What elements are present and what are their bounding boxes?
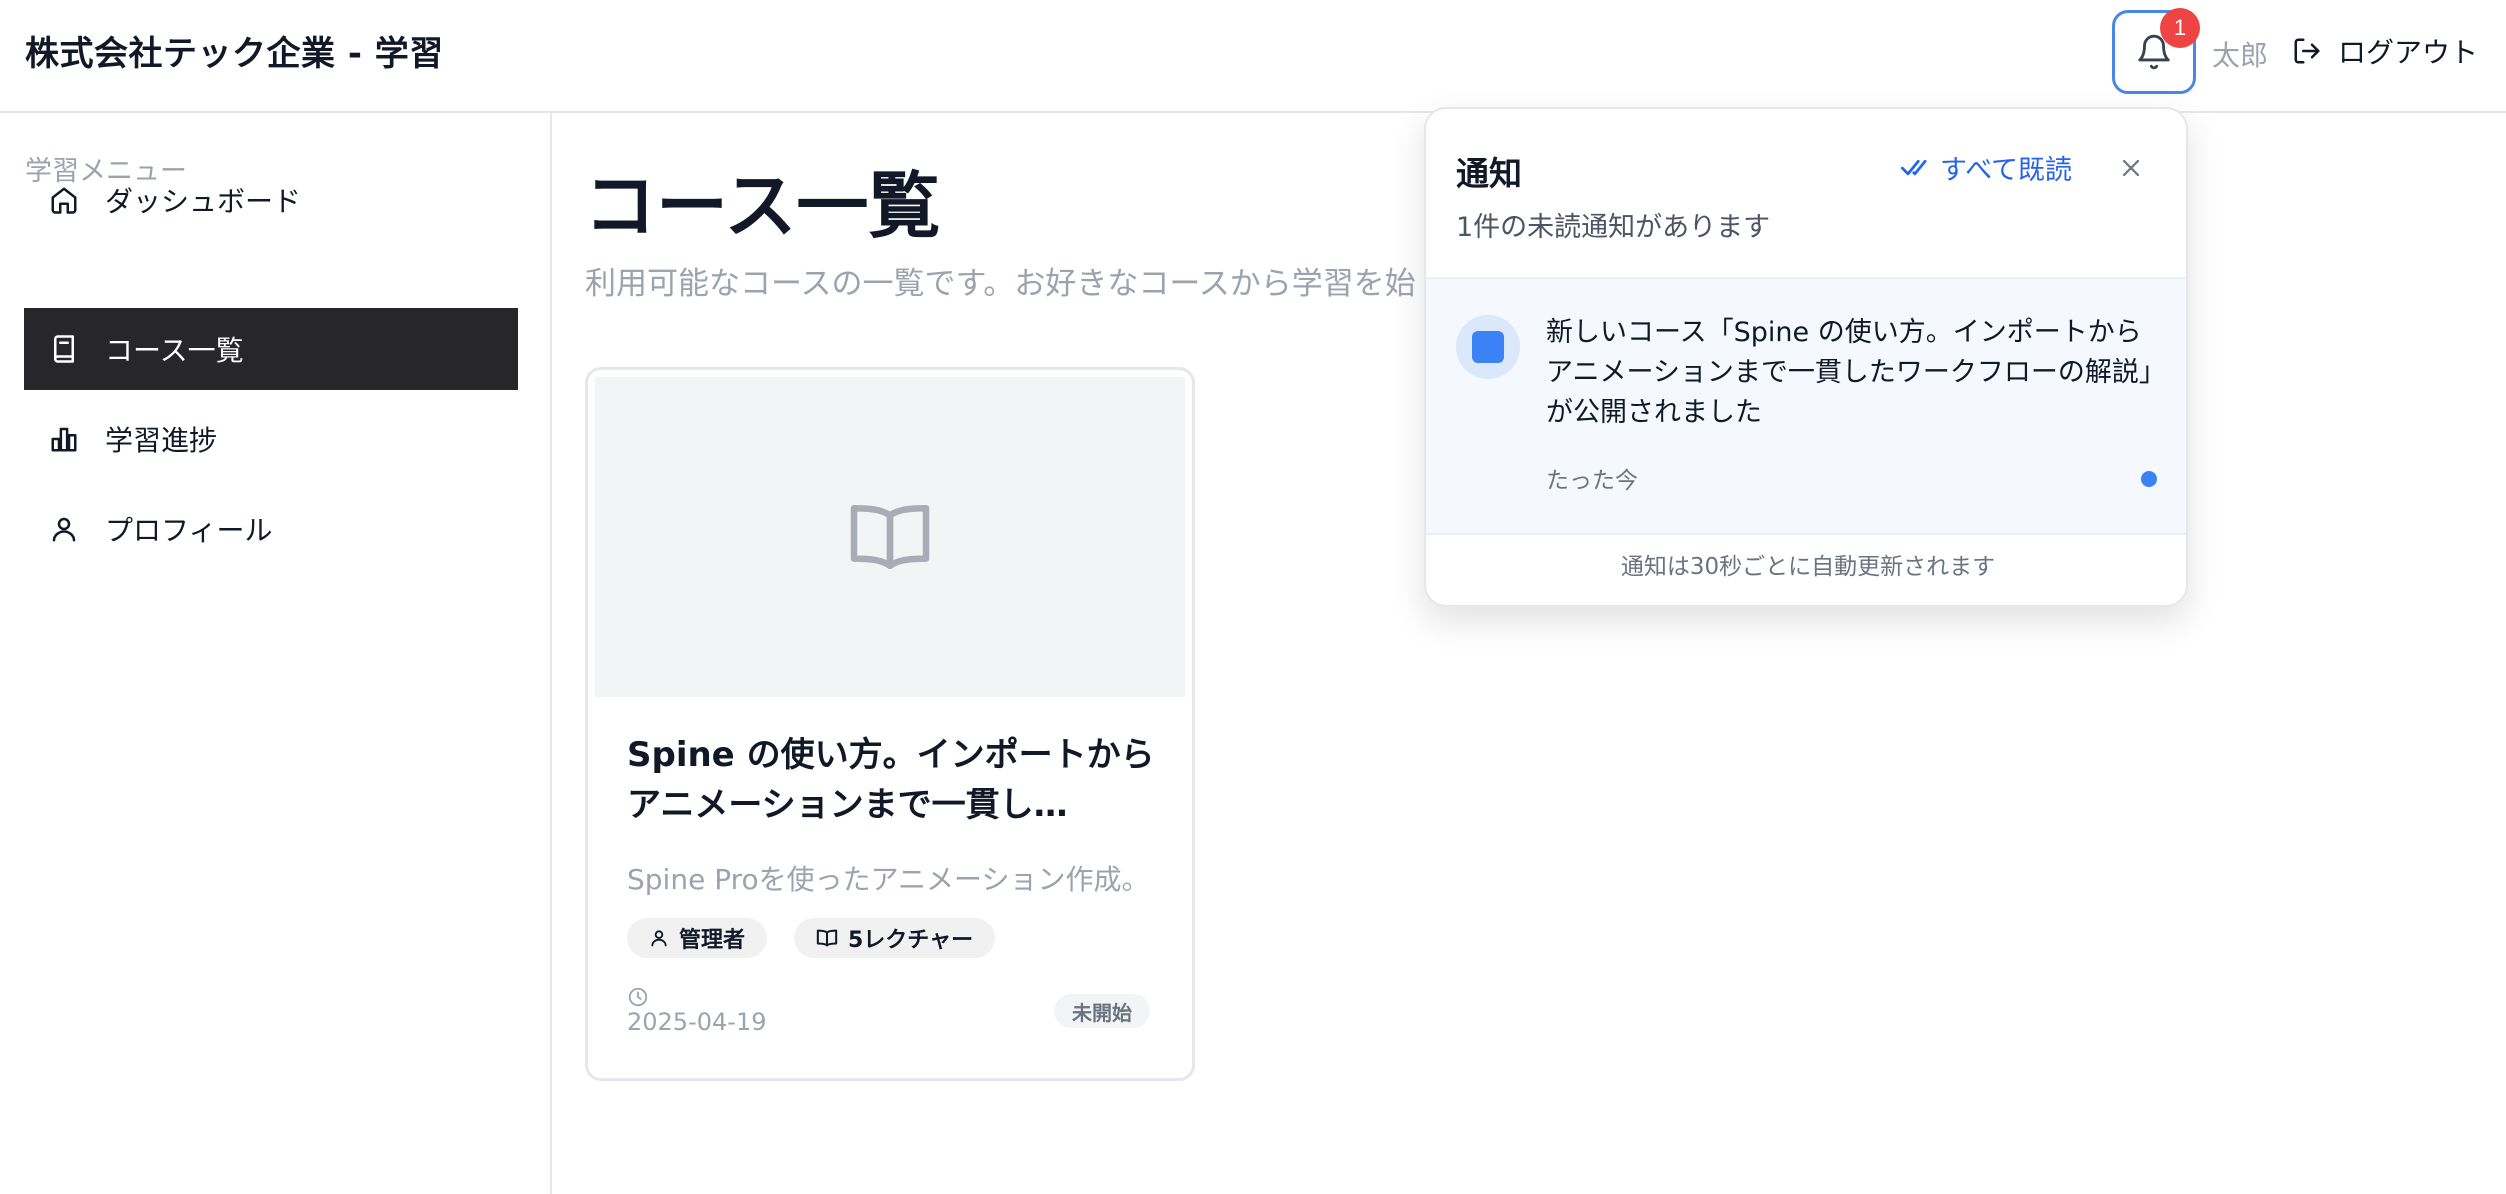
book-icon [54, 335, 74, 363]
page-title: コース一覧 [584, 164, 941, 248]
notification-time: たった今 [1546, 468, 1638, 494]
course-title[interactable]: Spine の使い方。インポートからアニメーションまで一貫し… [627, 730, 1167, 830]
unread-summary: 1件の未読通知があります [1456, 212, 1771, 243]
status-badge: 未開始 [1054, 994, 1150, 1028]
notification-count-badge: 1 [2160, 8, 2200, 48]
logout-label: ログアウト [2338, 36, 2479, 69]
lecture-count: 5レクチャー [848, 928, 974, 953]
sidebar-item-progress[interactable]: 学習進捗 [24, 398, 518, 480]
lecture-count-chip: 5レクチャー [794, 918, 996, 958]
mark-all-read-label: すべて既読 [1940, 154, 2073, 186]
sidebar-item-label: 学習進捗 [105, 424, 218, 457]
sidebar-item-label: プロフィール [105, 514, 273, 547]
user-name: 太郎 [2212, 39, 2269, 72]
page-subtitle: 利用可能なコースの一覧です。お好きなコースから学習を始 [585, 266, 1416, 302]
double-check-icon [1900, 159, 1927, 176]
notification-type-icon [1456, 315, 1520, 379]
sidebar-item-label: ダッシュボード [105, 185, 302, 218]
sidebar-item-profile[interactable]: プロフィール [24, 488, 518, 570]
unread-dot [2141, 471, 2157, 487]
notification-panel-title: 通知 [1456, 154, 1522, 193]
home-icon [51, 187, 77, 214]
notification-item[interactable]: 新しいコース「Spine の使い方。インポートからアニメーションまで一貫したワー… [1426, 277, 2186, 535]
top-header: 株式会社テック企業 - 学習 1 太郎 ログアウト [0, 0, 2506, 113]
sidebar-item-courses[interactable]: コース一覧 [24, 308, 518, 390]
close-notification-panel-button[interactable] [2116, 153, 2146, 183]
course-description: Spine Proを使ったアニメーション作成。 [627, 863, 1150, 896]
author-name: 管理者 [679, 928, 746, 953]
logout-button[interactable]: ログアウト [2292, 26, 2478, 76]
sidebar-item-dashboard[interactable]: ダッシュボード [24, 159, 518, 241]
course-thumbnail [595, 377, 1185, 697]
logout-icon [2294, 38, 2320, 64]
sidebar: 学習メニュー ダッシュボード コース一覧 学習進捗 プロフィール [0, 113, 552, 1194]
open-book-icon [850, 504, 930, 570]
clock-icon [628, 987, 648, 1007]
user-icon [651, 930, 667, 947]
notification-panel: 通知 すべて既読 1件の未読通知があります 新しいコース「Spine の使い方。… [1424, 107, 2188, 607]
notification-button[interactable]: 1 [2112, 8, 2200, 94]
course-card[interactable]: Spine の使い方。インポートからアニメーションまで一貫し… Spine Pr… [585, 367, 1195, 1081]
notification-footer: 通知は30秒ごとに自動更新されます [1620, 554, 1996, 580]
author-chip: 管理者 [627, 918, 768, 958]
sidebar-item-label: コース一覧 [105, 334, 244, 367]
book-open-icon [816, 929, 838, 947]
app-title: 株式会社テック企業 - 学習 [25, 34, 444, 74]
notification-message: 新しいコース「Spine の使い方。インポートからアニメーションまで一貫したワー… [1546, 317, 2153, 428]
bar-chart-icon [51, 427, 77, 452]
user-icon [52, 517, 76, 542]
close-icon [2122, 159, 2140, 177]
mark-all-read-button[interactable]: すべて既読 [1900, 149, 2073, 186]
course-date: 2025-04-19 [627, 1008, 767, 1036]
